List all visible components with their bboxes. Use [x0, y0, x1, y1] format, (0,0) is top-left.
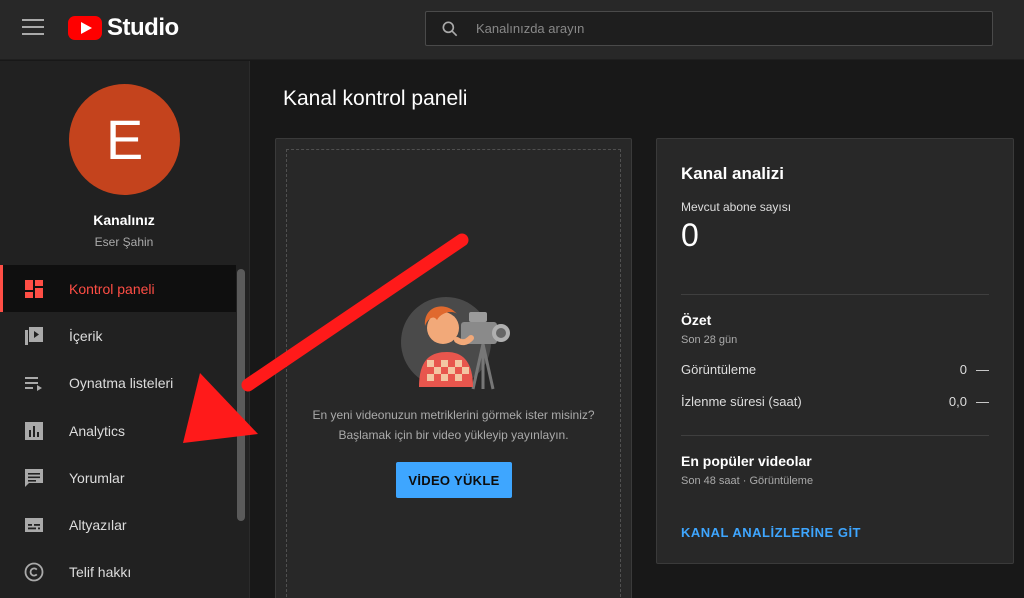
- channel-owner: Eser Şahin: [94, 235, 154, 249]
- content-icon: [23, 325, 45, 347]
- sidebar-item-label: Telif hakkı: [69, 564, 132, 581]
- subscribers-count: 0: [681, 217, 699, 253]
- sidebar-item-analytics[interactable]: Analytics: [0, 407, 236, 454]
- top-videos-title: En popüler videolar: [681, 453, 812, 469]
- channel-name: Kanalınız: [93, 212, 155, 228]
- youtube-play-icon: [68, 16, 102, 40]
- summary-period: Son 28 gün: [681, 334, 738, 346]
- camera-person-illustration: [401, 297, 510, 390]
- sidebar-item-content[interactable]: İçerik: [0, 312, 236, 359]
- stat-label: İzlenme süresi (saat): [681, 394, 802, 409]
- dashboard-icon: [23, 278, 45, 300]
- subscribers-label: Mevcut abone sayısı: [681, 200, 792, 214]
- upload-prompt-text: En yeni videonuzun metriklerini görmek i…: [276, 405, 631, 445]
- divider: [681, 435, 989, 436]
- channel-avatar[interactable]: E: [69, 84, 180, 195]
- sidebar-scrollbar[interactable]: [237, 269, 245, 521]
- sidebar-item-comments[interactable]: Yorumlar: [0, 454, 236, 501]
- sidebar-nav: Kontrol paneli İçerik Oynatma listeleri …: [0, 265, 236, 596]
- stat-value: 0: [959, 362, 967, 377]
- sidebar-item-copyright[interactable]: Telif hakkı: [0, 549, 236, 596]
- page-title: Kanal kontrol paneli: [283, 87, 468, 110]
- sidebar-item-label: Analytics: [69, 422, 126, 439]
- analytics-icon: [23, 420, 45, 442]
- subtitles-icon: [23, 514, 45, 536]
- youtube-studio-logo[interactable]: Studio: [68, 14, 179, 42]
- sidebar: E Kanalınız Eser Şahin Kontrol paneli İç…: [0, 61, 250, 598]
- stat-row-views: Görüntüleme 0 —: [681, 362, 989, 377]
- analytics-title: Kanal analizi: [681, 164, 784, 183]
- sidebar-item-label: Yorumlar: [69, 469, 125, 486]
- upload-video-button[interactable]: VİDEO YÜKLE: [396, 462, 512, 498]
- upload-card: En yeni videonuzun metriklerini görmek i…: [275, 138, 632, 598]
- search-input[interactable]: [476, 12, 976, 45]
- upload-prompt-line1: En yeni videonuzun metriklerini görmek i…: [312, 408, 595, 422]
- top-header: Studio: [0, 0, 1024, 60]
- stat-label: Görüntüleme: [681, 362, 757, 377]
- logo-text: Studio: [107, 14, 179, 41]
- channel-analytics-card: Kanal analizi Mevcut abone sayısı 0 Özet…: [656, 138, 1014, 564]
- stat-trend: —: [976, 362, 989, 377]
- sidebar-item-label: İçerik: [69, 327, 103, 344]
- sidebar-item-label: Altyazılar: [69, 517, 127, 534]
- sidebar-item-playlists[interactable]: Oynatma listeleri: [0, 360, 236, 407]
- stat-value: 0,0: [948, 394, 967, 409]
- summary-title: Özet: [681, 312, 712, 328]
- stat-trend: —: [976, 394, 989, 409]
- upload-prompt-line2: Başlamak için bir video yükleyip yayınla…: [338, 428, 569, 442]
- top-videos-meta: Son 48 saat · Görüntüleme: [681, 475, 814, 487]
- sidebar-item-subtitles[interactable]: Altyazılar: [0, 501, 236, 548]
- go-to-channel-analytics-link[interactable]: KANAL ANALİZLERİNE GİT: [681, 525, 861, 540]
- sidebar-item-dashboard[interactable]: Kontrol paneli: [0, 265, 236, 313]
- playlist-icon: [23, 372, 45, 394]
- divider: [681, 294, 989, 295]
- comments-icon: [23, 467, 45, 489]
- stat-row-watch-time: İzlenme süresi (saat) 0,0 —: [681, 394, 989, 409]
- copyright-icon: [23, 561, 45, 583]
- avatar-letter: E: [105, 108, 144, 171]
- sidebar-item-label: Kontrol paneli: [69, 280, 155, 297]
- search-box[interactable]: [425, 11, 993, 46]
- search-icon[interactable]: [440, 19, 460, 39]
- sidebar-item-label: Oynatma listeleri: [69, 375, 174, 392]
- menu-icon[interactable]: [22, 19, 44, 37]
